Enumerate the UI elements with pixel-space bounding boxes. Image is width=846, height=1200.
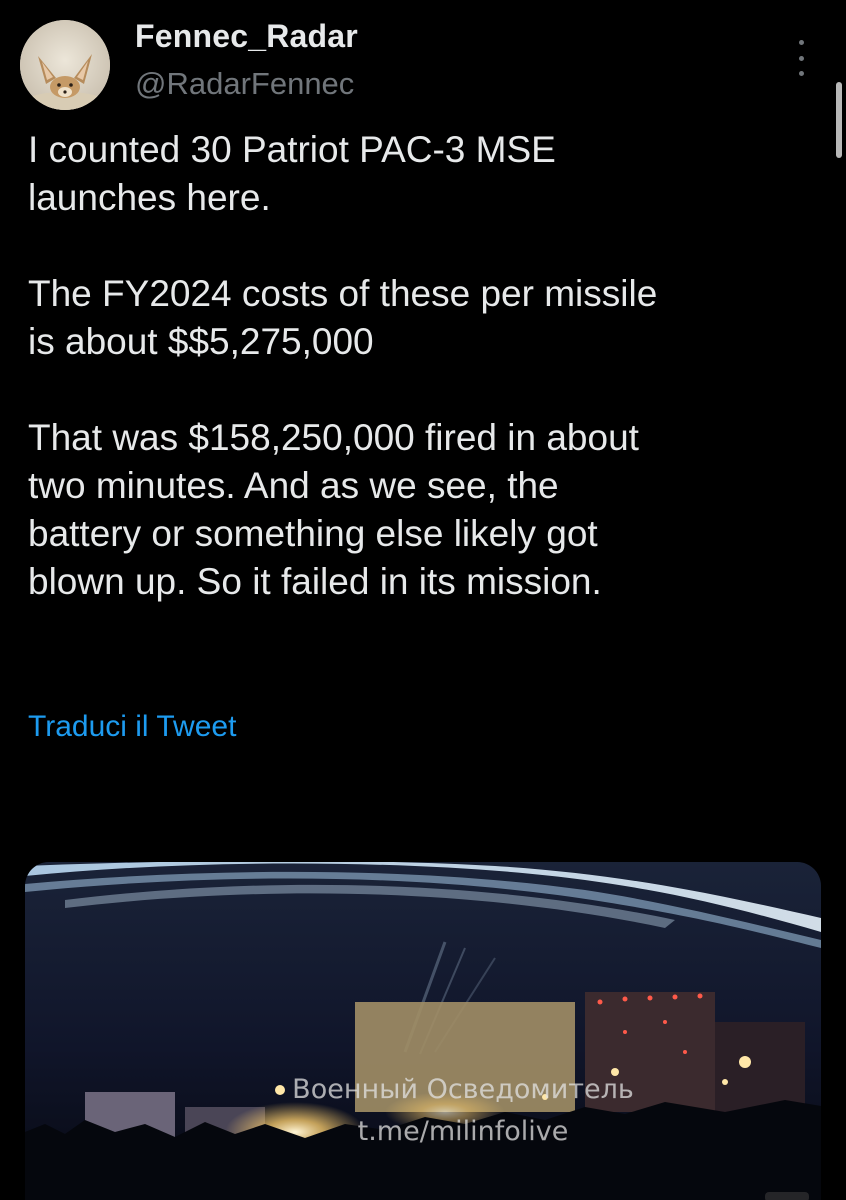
video-watermark-title: Военный Осведомитель [292,1074,634,1105]
more-vertical-icon [798,40,804,45]
tweet-text: I counted 30 Patriot PAC-3 MSE launches … [28,126,828,654]
more-vertical-icon-dot [798,71,804,76]
fennec-fox-avatar-icon [20,20,110,110]
more-options-button[interactable] [786,36,816,80]
author-handle[interactable]: @RadarFennec [135,66,354,102]
tweet-paragraph: The FY2024 costs of these per missile is… [28,273,658,362]
avatar[interactable] [20,20,110,110]
author-display-name[interactable]: Fennec_Radar [135,18,358,55]
scrollbar-thumb[interactable] [836,82,842,158]
tweet-paragraph: That was $158,250,000 fired in about two… [28,417,639,602]
video-watermark-link: t.me/milinfolive [357,1116,569,1147]
night-launch-scene [25,862,821,1200]
translate-tweet-link[interactable]: Traduci il Tweet [28,710,236,744]
tweet-media-video[interactable]: Военный Осведомитель t.me/milinfolive [25,862,821,1200]
tweet-paragraph: I counted 30 Patriot PAC-3 MSE launches … [28,129,556,218]
more-vertical-icon-dot [798,55,804,61]
